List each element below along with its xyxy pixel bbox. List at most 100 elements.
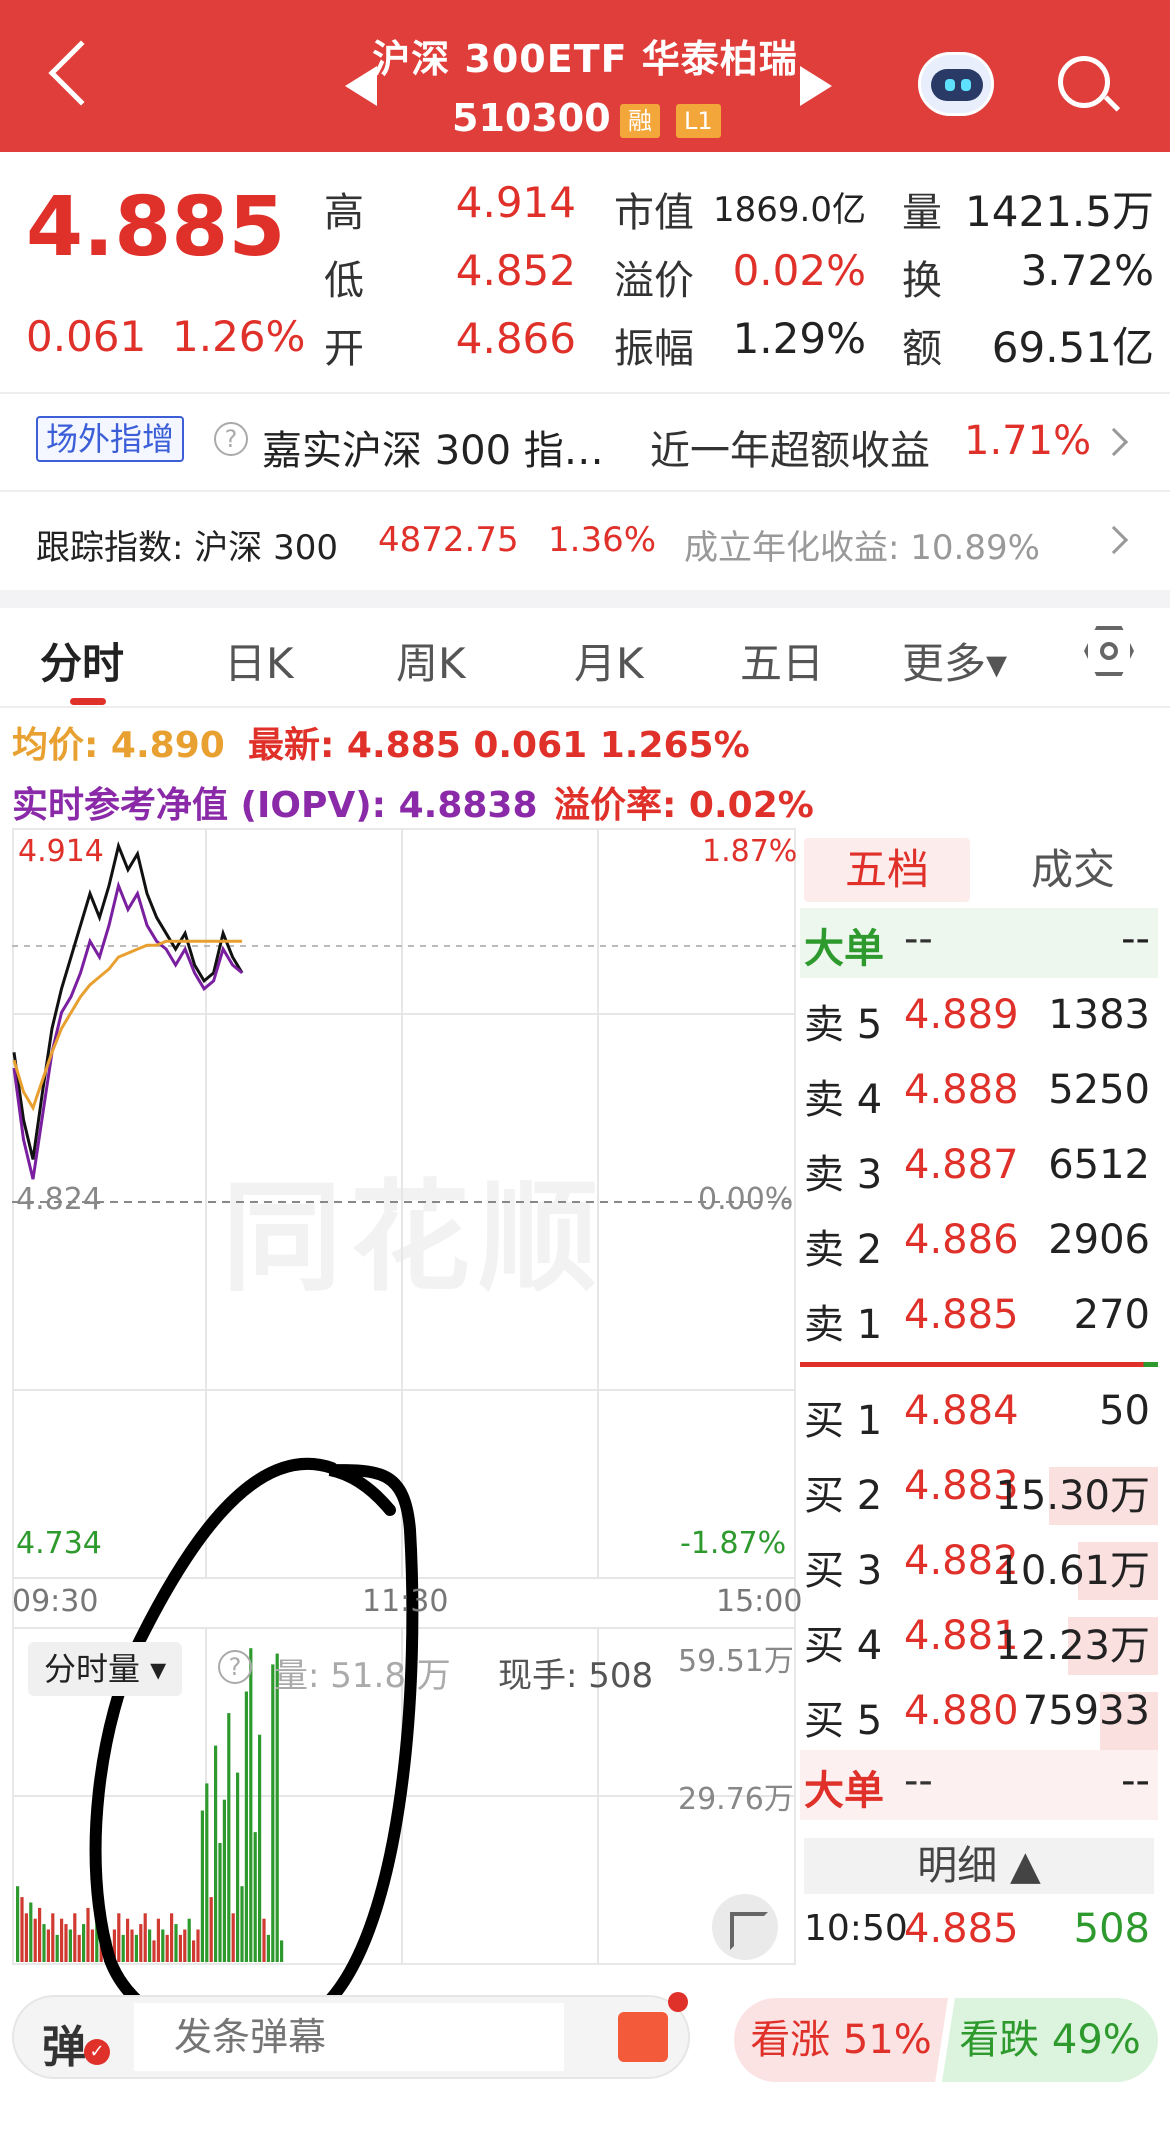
axis-price-high: 4.914 <box>18 834 104 869</box>
detail-toggle[interactable]: 明细 ▲ <box>804 1838 1154 1894</box>
bid-level-volume: 75933 <box>1022 1688 1150 1734</box>
bid-level-price[interactable]: 4.884 <box>904 1388 1019 1434</box>
volume-bar <box>60 1918 64 1962</box>
big-sell-price: -- <box>904 916 933 962</box>
volume-bar <box>214 1745 218 1962</box>
bid-level-label: 买 5 <box>804 1698 883 1744</box>
ask-level-label: 卖 4 <box>804 1077 883 1123</box>
axis-time-mid: 11:30 <box>362 1584 449 1619</box>
bid-level-volume: 15.30万 <box>995 1473 1150 1519</box>
volume-bar <box>183 1929 187 1962</box>
bid-level-label: 买 1 <box>804 1398 883 1444</box>
volume-bar <box>64 1924 68 1962</box>
volume-bar <box>165 1934 169 1962</box>
volume-bar <box>227 1713 231 1962</box>
volume-bar <box>38 1907 42 1962</box>
ask-level-price[interactable]: 4.887 <box>904 1142 1019 1188</box>
volume-bar <box>209 1897 213 1962</box>
volume-bar <box>266 1934 270 1962</box>
volume-bar <box>24 1913 28 1962</box>
volume-bar <box>236 1772 240 1962</box>
fullscreen-button[interactable] <box>712 1894 778 1960</box>
volume-indicator-selector[interactable]: 分时量 ▾ <box>28 1642 183 1696</box>
volume-bar <box>200 1810 204 1962</box>
volume-bar <box>222 1799 226 1962</box>
ask-level-label: 卖 1 <box>804 1302 883 1348</box>
bid-level-volume: 12.23万 <box>995 1623 1150 1669</box>
volume-bar <box>29 1902 33 1962</box>
tab-five-levels[interactable]: 五档 <box>804 838 970 902</box>
volume-bar <box>117 1913 121 1962</box>
volume-bar <box>134 1934 138 1962</box>
ask-level-price[interactable]: 4.889 <box>904 992 1019 1038</box>
ask-level-volume: 1383 <box>1048 992 1150 1038</box>
gift-notification-dot <box>668 1992 688 2012</box>
big-buy-label: 大单 <box>804 1768 884 1814</box>
volume-bar <box>240 1886 244 1962</box>
volume-bar <box>275 1653 279 1962</box>
volume-bar <box>55 1934 59 1962</box>
danmu-check-icon: ✓ <box>84 2039 110 2065</box>
last-trade-time: 10:50 <box>804 1908 908 1949</box>
ask-level-volume: 5250 <box>1048 1067 1150 1113</box>
ask-level-price[interactable]: 4.888 <box>904 1067 1019 1113</box>
volume-bar <box>231 1913 235 1962</box>
volume-bar <box>68 1929 72 1962</box>
volume-bar <box>121 1934 125 1962</box>
ask-level-label: 卖 2 <box>804 1227 883 1273</box>
volume-bar <box>82 1924 86 1962</box>
price-line <box>12 841 244 1160</box>
ask-level-volume: 270 <box>1073 1292 1150 1338</box>
ask-level-label: 卖 5 <box>804 1002 883 1048</box>
volume-bar <box>271 1664 275 1962</box>
axis-pct-high: 1.87% <box>702 834 798 869</box>
ask-level-price[interactable]: 4.885 <box>904 1292 1019 1338</box>
volume-bar <box>218 1843 222 1962</box>
volume-bar <box>152 1940 156 1962</box>
order-book: 五档 成交 大单 -- -- 卖 5 4.889 1383 卖 4 4.888 5250 卖… <box>800 828 1158 1965</box>
volume-bar <box>46 1929 50 1962</box>
danmu-toggle-icon[interactable]: 弹 <box>42 2011 86 2075</box>
volume-bar <box>33 1918 37 1962</box>
volume-bar <box>148 1929 152 1962</box>
volume-bar <box>73 1913 77 1962</box>
bullish-vote-button[interactable]: 看涨 51% <box>734 1998 948 2082</box>
volume-bar <box>170 1913 174 1962</box>
volume-bar <box>126 1918 130 1962</box>
volume-bar <box>244 1691 248 1962</box>
gift-icon[interactable] <box>618 2012 668 2062</box>
volume-bar <box>262 1918 266 1962</box>
axis-time-end: 15:00 <box>716 1584 803 1619</box>
big-buy-price: -- <box>904 1758 933 1804</box>
danmu-input[interactable] <box>134 2003 564 2071</box>
axis-price-mid: 4.824 <box>16 1182 102 1217</box>
last-trade-vol: 508 <box>1073 1906 1150 1952</box>
bid-level-price[interactable]: 4.880 <box>904 1688 1019 1734</box>
tab-trades[interactable]: 成交 <box>990 838 1156 902</box>
volume-bar <box>143 1913 147 1962</box>
bearish-vote-button[interactable]: 看跌 49% <box>942 1998 1158 2082</box>
ask-level-volume: 6512 <box>1048 1142 1150 1188</box>
volume-bar <box>86 1907 90 1962</box>
ask-level-volume: 2906 <box>1048 1217 1150 1263</box>
bid-level-label: 买 4 <box>804 1623 883 1669</box>
axis-price-low: 4.734 <box>16 1526 102 1561</box>
volume-readout: 量: 51.8 万 <box>274 1656 451 1696</box>
volume-bar <box>77 1934 81 1962</box>
volume-bar <box>192 1940 196 1962</box>
bid-level-label: 买 2 <box>804 1473 883 1519</box>
volume-bar <box>161 1929 165 1962</box>
danmu-bar: 弹 ✓ <box>12 1995 690 2079</box>
bid-level-volume: 10.61万 <box>995 1548 1150 1594</box>
current-hand-readout: 现手: 508 <box>498 1656 654 1696</box>
volume-bar <box>42 1924 46 1962</box>
volume-bar <box>178 1934 182 1962</box>
volume-bar <box>258 1734 262 1962</box>
big-buy-vol: -- <box>1121 1758 1150 1804</box>
axis-pct-low: -1.87% <box>680 1526 787 1561</box>
ask-level-price[interactable]: 4.886 <box>904 1217 1019 1263</box>
volume-help-icon[interactable]: ? <box>218 1650 252 1684</box>
bid-level-label: 买 3 <box>804 1548 883 1594</box>
bid-level-volume: 50 <box>1099 1388 1150 1434</box>
axis-time-start: 09:30 <box>12 1584 99 1619</box>
